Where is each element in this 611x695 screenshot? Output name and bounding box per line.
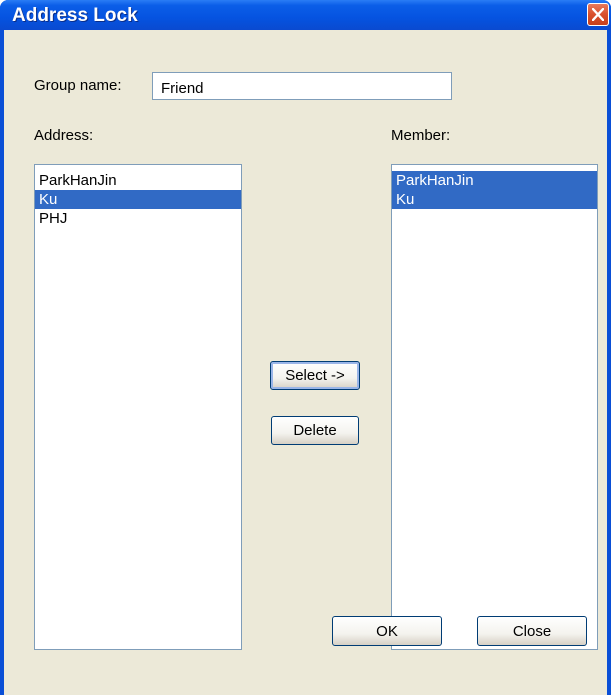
address-item-1[interactable]: ParkHanJin: [35, 171, 241, 190]
select-button[interactable]: Select ->: [270, 361, 360, 390]
close-icon: [592, 8, 604, 21]
member-label: Member:: [391, 127, 451, 144]
address-lock-window: Address Lock Group name: Friend Address:…: [0, 0, 611, 695]
ok-button[interactable]: OK: [332, 616, 442, 646]
member-item-2[interactable]: Ku: [392, 190, 597, 209]
close-button[interactable]: Close: [477, 616, 587, 646]
window-title: Address Lock: [12, 5, 138, 26]
window-close-button[interactable]: [587, 3, 609, 26]
member-item-1[interactable]: ParkHanJin: [392, 171, 597, 190]
group-name-input[interactable]: Friend: [152, 72, 452, 100]
title-bar[interactable]: Address Lock: [0, 0, 611, 30]
address-listbox[interactable]: ParkHanJin Ku PHJ: [34, 164, 242, 650]
dialog-body: Group name: Friend Address: ParkHanJin K…: [4, 30, 607, 695]
delete-button[interactable]: Delete: [271, 416, 359, 445]
address-item-3[interactable]: PHJ: [35, 209, 241, 228]
member-listbox[interactable]: ParkHanJin Ku: [391, 164, 598, 650]
group-name-label: Group name:: [34, 77, 122, 94]
address-item-2[interactable]: Ku: [35, 190, 241, 209]
address-label: Address:: [34, 127, 94, 144]
